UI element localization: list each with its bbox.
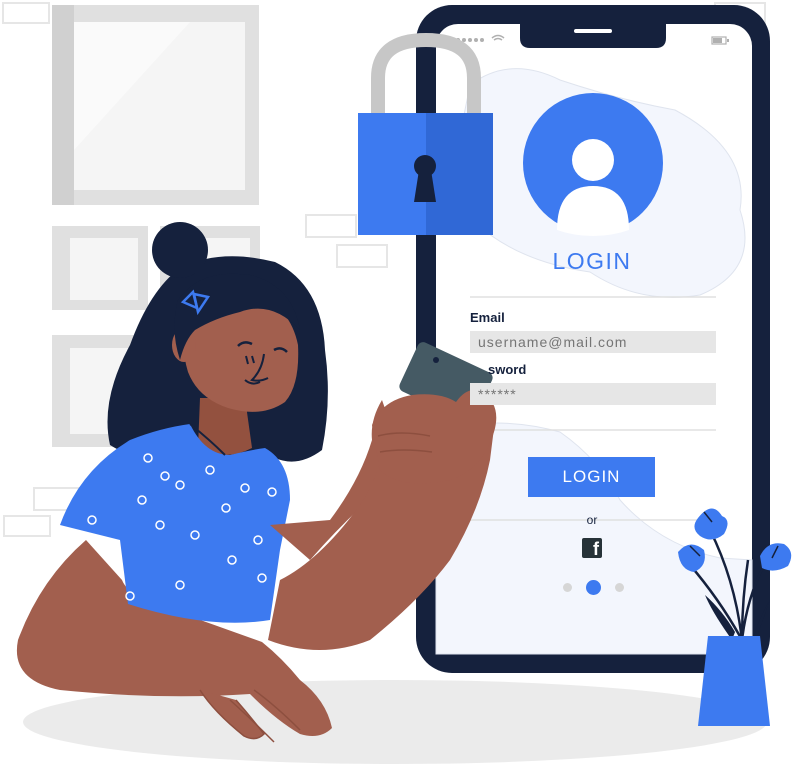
password-label: sword <box>488 362 527 377</box>
background-window-large <box>52 5 259 205</box>
pagination-dot-3[interactable] <box>615 583 624 592</box>
pagination-dot-2-active[interactable] <box>586 580 601 595</box>
facebook-icon: f <box>593 539 599 559</box>
battery-icon <box>711 36 729 45</box>
login-title: LOGIN <box>552 248 632 274</box>
background-window-small-1 <box>52 226 148 310</box>
pagination-dot-1[interactable] <box>563 583 572 592</box>
facebook-login-button[interactable]: f <box>582 538 602 559</box>
plant-pot <box>698 636 770 726</box>
or-divider-text: or <box>586 513 598 527</box>
login-button[interactable]: LOGIN <box>528 457 655 497</box>
email-input[interactable] <box>470 331 716 353</box>
email-label: Email <box>470 310 505 325</box>
password-input[interactable] <box>470 383 716 405</box>
